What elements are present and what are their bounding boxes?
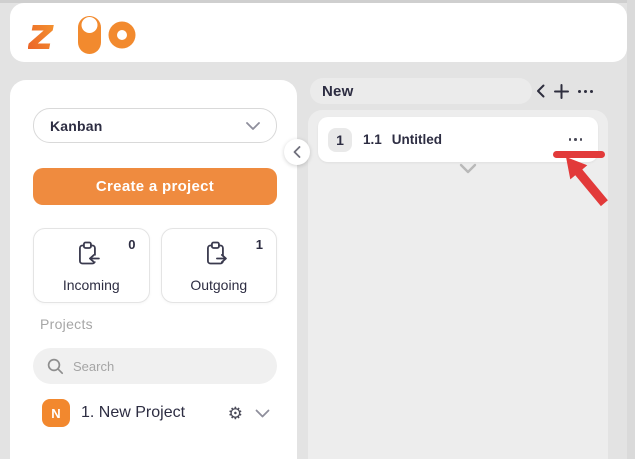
outgoing-label: Outgoing bbox=[190, 277, 247, 293]
add-card-button[interactable] bbox=[554, 84, 569, 99]
project-search[interactable] bbox=[33, 348, 277, 384]
column-title: New bbox=[322, 83, 353, 100]
task-menu-button[interactable] bbox=[569, 138, 583, 141]
incoming-label: Incoming bbox=[63, 277, 120, 293]
project-name: 1. New Project bbox=[81, 404, 228, 422]
task-code: 1.1 bbox=[363, 132, 382, 147]
clipboard-arrow-in-icon bbox=[76, 241, 102, 273]
chevron-left-icon bbox=[536, 84, 545, 98]
sidebar: Kanban Create a project 0 Incoming bbox=[10, 80, 297, 459]
scrollbar-gutter[interactable] bbox=[627, 0, 635, 459]
column-menu-button[interactable] bbox=[578, 90, 593, 93]
column-header-actions bbox=[536, 78, 593, 104]
chevron-left-icon bbox=[293, 146, 301, 158]
view-mode-select[interactable]: Kanban bbox=[33, 108, 277, 143]
stats-row: 0 Incoming 1 bbox=[33, 228, 277, 303]
outgoing-count: 1 bbox=[256, 237, 263, 252]
search-icon bbox=[47, 358, 64, 375]
outgoing-card[interactable]: 1 Outgoing bbox=[161, 228, 278, 303]
incoming-card[interactable]: 0 Incoming bbox=[33, 228, 150, 303]
task-badge: 1 bbox=[328, 128, 352, 152]
create-project-button[interactable]: Create a project bbox=[33, 168, 277, 205]
sidebar-collapse-button[interactable] bbox=[284, 139, 310, 165]
incoming-count: 0 bbox=[128, 237, 135, 252]
zio-logo: z bbox=[28, 10, 154, 56]
chevron-down-icon bbox=[246, 122, 260, 130]
app-window: z Kanban Create a project 0 bbox=[0, 0, 635, 459]
expand-card-chevron-icon[interactable] bbox=[458, 162, 478, 180]
search-input[interactable] bbox=[73, 359, 243, 374]
column-header[interactable]: New bbox=[310, 78, 532, 104]
collapse-column-button[interactable] bbox=[536, 84, 545, 98]
projects-section-label: Projects bbox=[40, 316, 93, 332]
task-title: Untitled bbox=[392, 132, 569, 147]
annotation-cursor-arrow bbox=[560, 155, 612, 211]
plus-icon bbox=[554, 84, 569, 99]
gear-icon[interactable]: ⚙ bbox=[228, 405, 243, 422]
view-mode-value: Kanban bbox=[50, 118, 103, 134]
logo-letter-z: z bbox=[28, 10, 54, 56]
project-avatar: N bbox=[42, 399, 70, 427]
clipboard-arrow-out-icon bbox=[204, 241, 230, 273]
project-chevron-down-icon[interactable] bbox=[255, 409, 270, 418]
project-list-item[interactable]: N 1. New Project ⚙ bbox=[42, 399, 270, 427]
app-header: z bbox=[10, 3, 627, 62]
